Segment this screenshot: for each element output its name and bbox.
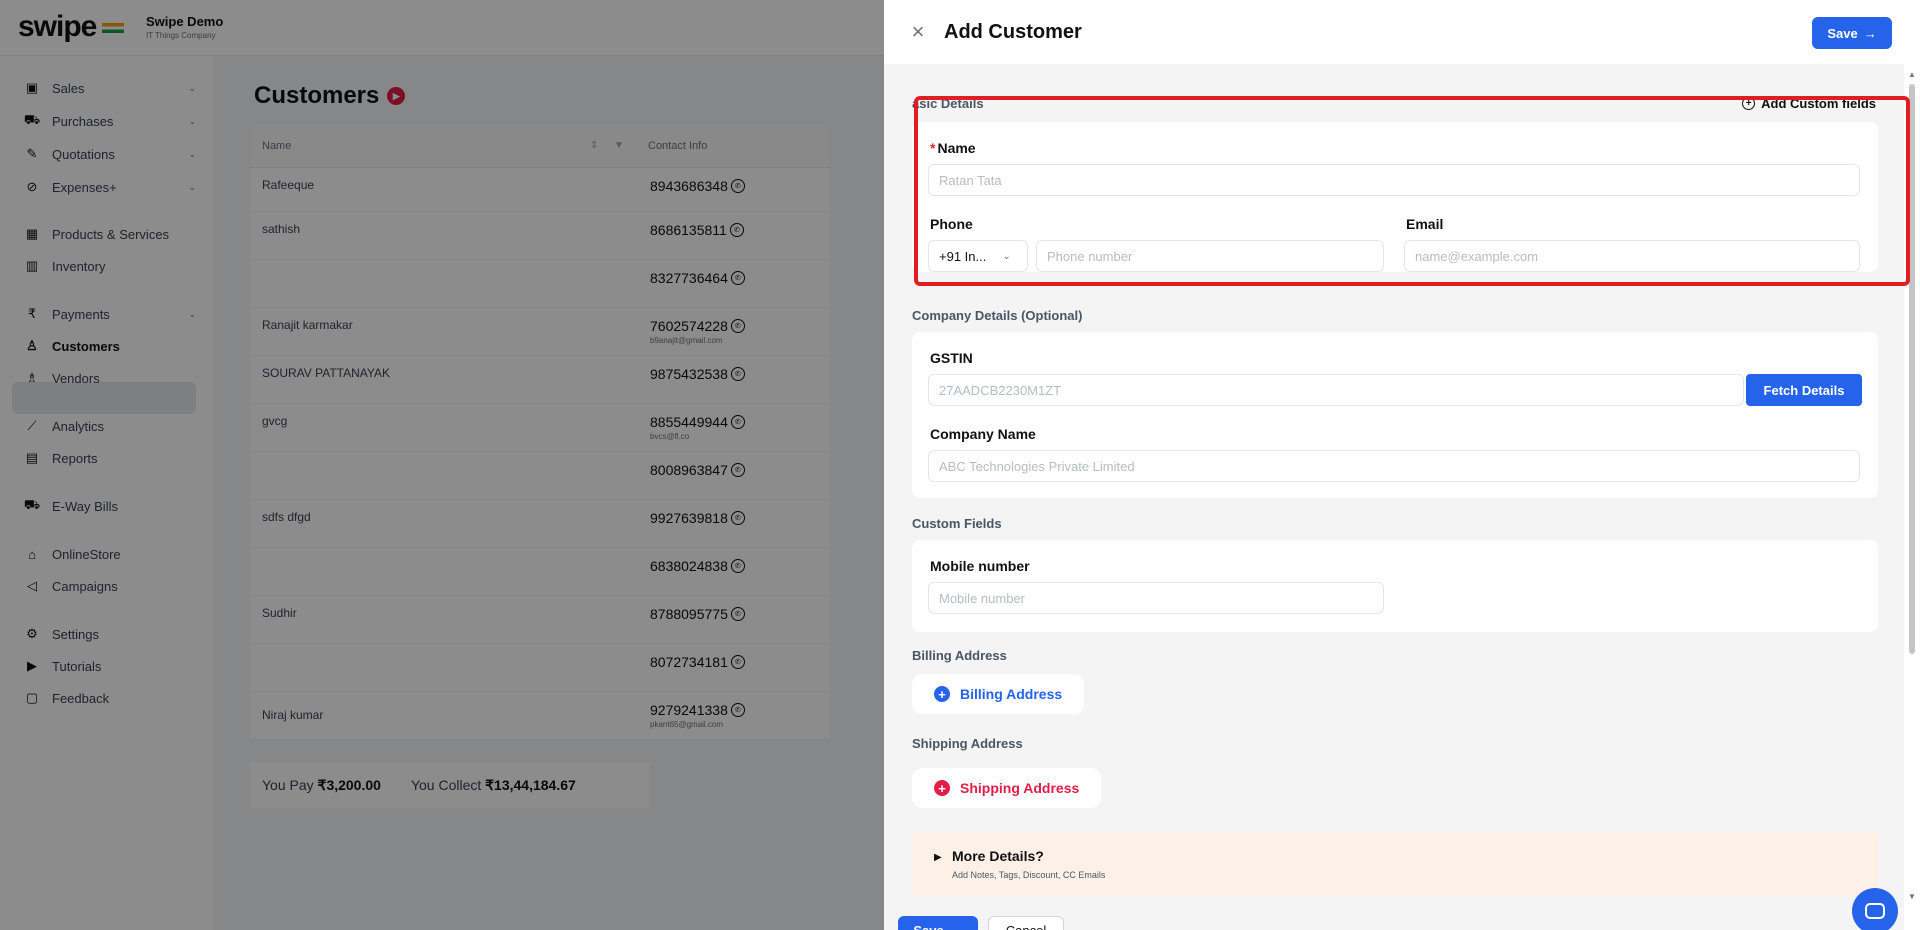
- company-name-label: Company Name: [930, 426, 1036, 442]
- company-name-input[interactable]: [928, 450, 1860, 482]
- name-input[interactable]: [928, 164, 1860, 196]
- caret-right-icon: ▶: [934, 852, 942, 863]
- add-billing-address-button[interactable]: + Billing Address: [912, 674, 1085, 714]
- more-details-subtitle: Add Notes, Tags, Discount, CC Emails: [952, 870, 1106, 880]
- email-label: Email: [1406, 216, 1444, 232]
- arrow-right-icon: →: [949, 922, 963, 930]
- add-customer-drawer: × Add Customer Save → asic Details + Add …: [884, 0, 1920, 930]
- gstin-label: GSTIN: [930, 350, 973, 366]
- plus-circle-icon: +: [1742, 97, 1756, 110]
- plus-circle-icon: +: [934, 780, 950, 796]
- scroll-thumb[interactable]: [1909, 84, 1915, 654]
- email-input[interactable]: [1404, 240, 1860, 272]
- country-code-select[interactable]: +91 In... ⌄: [928, 240, 1028, 272]
- basic-details-label: asic Details: [912, 96, 984, 111]
- drawer-title: Add Customer: [944, 21, 1082, 43]
- cancel-button[interactable]: Cancel: [988, 916, 1064, 930]
- custom-fields-card: Mobile number: [912, 540, 1878, 632]
- fetch-details-button[interactable]: Fetch Details: [1746, 374, 1862, 406]
- gstin-input[interactable]: [928, 374, 1744, 406]
- company-details-card: GSTIN Fetch Details Company Name: [912, 332, 1878, 498]
- save-button[interactable]: Save →: [1812, 17, 1892, 49]
- basic-details-card: *Name Phone +91 In...⌄ Email: [912, 122, 1878, 272]
- arrow-right-icon: →: [1863, 25, 1877, 41]
- save-button-bottom[interactable]: Save →: [898, 916, 978, 930]
- scroll-up-icon[interactable]: ▲: [1908, 70, 1916, 79]
- close-icon[interactable]: ×: [908, 21, 928, 43]
- shipping-address-label: Shipping Address: [912, 736, 1023, 751]
- phone-label: Phone: [930, 216, 973, 232]
- mobile-number-label: Mobile number: [930, 558, 1030, 574]
- chat-icon: [1865, 903, 1885, 919]
- chevron-down-icon: ⌄: [1002, 250, 1011, 262]
- more-details-toggle[interactable]: ▶ More Details? Add Notes, Tags, Discoun…: [912, 832, 1878, 896]
- scroll-down-icon[interactable]: ▼: [1908, 892, 1916, 901]
- more-details-title: More Details?: [952, 848, 1044, 864]
- mobile-number-input[interactable]: [928, 582, 1384, 614]
- name-label: * Name: [930, 140, 976, 156]
- company-details-label: Company Details (Optional): [912, 308, 1083, 323]
- chat-support-button[interactable]: [1852, 888, 1898, 930]
- drawer-scrollbar[interactable]: ▲ ▼: [1906, 70, 1916, 930]
- drawer-header: × Add Customer Save →: [884, 0, 1920, 64]
- drawer-body: asic Details + Add Custom fields *Name P…: [884, 64, 1904, 930]
- phone-input[interactable]: [1036, 240, 1384, 272]
- plus-circle-icon: +: [934, 686, 950, 702]
- drawer-footer: Save → Cancel: [884, 904, 1920, 930]
- custom-fields-label: Custom Fields: [912, 516, 1002, 531]
- add-shipping-address-button[interactable]: + Shipping Address: [912, 768, 1102, 808]
- billing-address-label: Billing Address: [912, 648, 1007, 663]
- add-custom-fields-button[interactable]: + Add Custom fields: [1742, 96, 1876, 111]
